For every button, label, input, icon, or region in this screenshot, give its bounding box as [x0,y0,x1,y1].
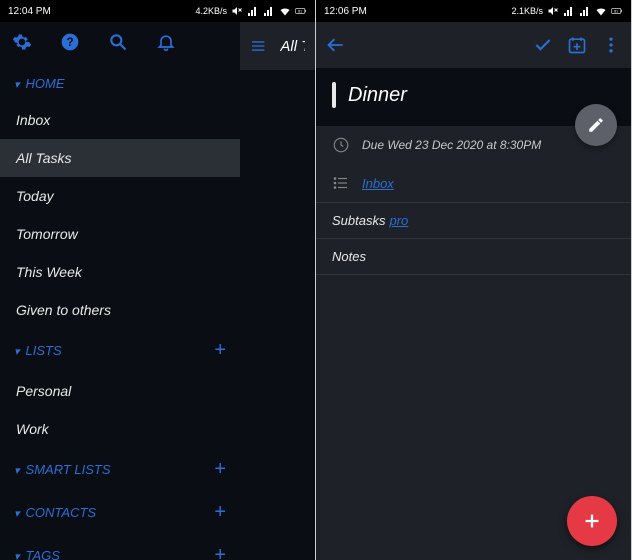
sidebar-item[interactable]: This Week [0,253,240,291]
signal-icon-2 [263,5,275,17]
task-title[interactable]: Dinner [348,84,407,107]
svg-text:81: 81 [614,9,618,13]
edit-fab[interactable] [575,104,617,146]
battery-icon: 81 [611,5,623,17]
bell-icon[interactable] [156,32,176,52]
mute-icon [547,5,559,17]
status-speed: 2.1KB/s [511,6,543,16]
chevron-down-icon: ▾ [14,346,20,358]
status-time: 12:04 PM [8,6,51,17]
section-contacts[interactable]: ▾CONTACTS + [0,491,240,534]
status-speed: 4.2KB/s [195,6,227,16]
status-bar: 12:04 PM 4.2KB/s 81 [0,0,315,22]
phone-right: 12:06 PM 2.1KB/s 81 Dinner Due Wed 23 De… [316,0,632,560]
signal-icon [247,5,259,17]
add-tag-button[interactable]: + [214,544,226,560]
section-lists[interactable]: ▾LISTS + [0,329,240,372]
list-row[interactable]: Inbox [316,164,631,202]
more-icon[interactable] [601,35,621,55]
add-smart-list-button[interactable]: + [214,458,226,481]
sidebar-item[interactable]: Inbox [0,101,240,139]
status-right: 4.2KB/s 81 [195,5,307,17]
task-appbar [316,22,631,68]
calendar-add-icon[interactable] [567,35,587,55]
help-icon[interactable]: ? [60,32,80,52]
pro-badge[interactable]: pro [389,213,408,228]
phone-left: 12:04 PM 4.2KB/s 81 All T ? ▾HOME InboxA… [0,0,316,560]
sidebar-list-item[interactable]: Personal [0,372,240,410]
subtasks-row[interactable]: Subtaskspro [316,202,631,239]
sidebar-item[interactable]: All Tasks [0,139,240,177]
svg-text:?: ? [66,36,73,49]
wifi-icon [595,5,607,17]
add-list-button[interactable]: + [214,339,226,362]
status-time: 12:06 PM [324,6,367,17]
due-text: Due Wed 23 Dec 2020 at 8:30PM [362,138,541,152]
add-fab[interactable] [567,496,617,546]
task-detail-body: Due Wed 23 Dec 2020 at 8:30PM Inbox Subt… [316,126,631,560]
check-icon[interactable] [533,35,553,55]
list-name: Inbox [362,176,394,191]
chevron-down-icon: ▾ [14,465,20,477]
battery-icon: 81 [295,5,307,17]
main-title: All T [280,38,305,55]
search-icon[interactable] [108,32,128,52]
wifi-icon [279,5,291,17]
section-home[interactable]: ▾HOME [0,66,240,101]
svg-text:81: 81 [298,9,302,13]
plus-icon [581,510,603,532]
mute-icon [231,5,243,17]
notes-row[interactable]: Notes [316,239,631,275]
navigation-drawer: ? ▾HOME InboxAll TasksTodayTomorrowThis … [0,22,240,560]
signal-icon-2 [579,5,591,17]
signal-icon [563,5,575,17]
gear-icon[interactable] [12,32,32,52]
chevron-down-icon: ▾ [14,508,20,520]
sidebar-item[interactable]: Given to others [0,291,240,329]
sidebar-item[interactable]: Tomorrow [0,215,240,253]
pencil-icon [587,116,605,134]
add-contact-button[interactable]: + [214,501,226,524]
chevron-down-icon: ▾ [14,551,20,560]
section-smart-lists[interactable]: ▾SMART LISTS + [0,448,240,491]
list-icon [332,174,350,192]
clock-icon [332,136,350,154]
back-icon[interactable] [326,35,346,55]
drawer-top-icons: ? [0,22,240,66]
menu-icon[interactable] [250,36,266,56]
status-right: 2.1KB/s 81 [511,5,623,17]
main-appbar-behind: All T [240,22,315,70]
section-tags[interactable]: ▾TAGS + [0,534,240,560]
title-accent [332,82,336,108]
sidebar-item[interactable]: Today [0,177,240,215]
chevron-down-icon: ▾ [14,79,20,91]
status-bar: 12:06 PM 2.1KB/s 81 [316,0,631,22]
sidebar-list-item[interactable]: Work [0,410,240,448]
